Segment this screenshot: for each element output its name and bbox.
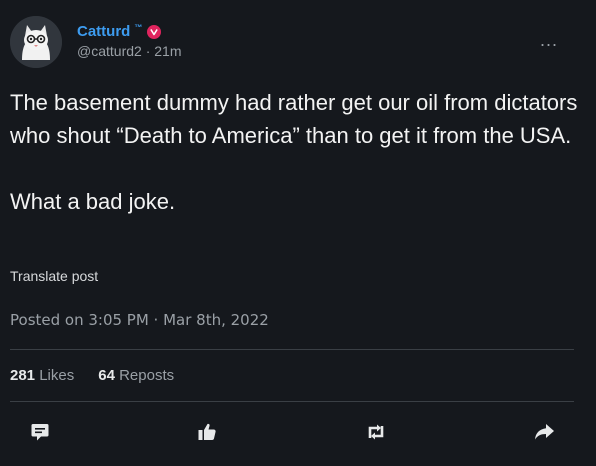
reposts-count: 64	[98, 367, 115, 384]
post-time-ago[interactable]: 21m	[154, 43, 181, 59]
translate-post-link[interactable]: Translate post	[10, 268, 98, 284]
avatar[interactable]	[10, 16, 62, 68]
share-icon	[535, 424, 554, 440]
handle-separator: ·	[145, 43, 151, 59]
reposts-label: Reposts	[119, 367, 175, 384]
verified-badge-icon	[147, 24, 162, 39]
author-handle[interactable]: @catturd2	[77, 43, 142, 59]
post-paragraph: The basement dummy had rather get our oi…	[10, 90, 578, 148]
repost-icon	[368, 424, 384, 440]
author-name-row: Catturd ™	[77, 23, 162, 40]
post-paragraph: What a bad joke.	[10, 189, 176, 214]
share-button[interactable]	[532, 420, 556, 444]
likes-count: 281	[10, 367, 36, 384]
post-stats: 281 Likes 64 Reposts	[10, 367, 174, 384]
divider	[10, 401, 574, 402]
posted-timestamp: Posted on 3:05 PM · Mar 8th, 2022	[10, 311, 269, 329]
comment-button[interactable]	[28, 420, 52, 444]
repost-button[interactable]	[364, 420, 388, 444]
like-icon	[198, 423, 216, 441]
post-body: The basement dummy had rather get our oi…	[10, 86, 580, 218]
more-options-button[interactable]: ...	[540, 30, 558, 51]
likes-label: Likes	[39, 367, 75, 384]
divider	[10, 349, 574, 350]
comment-icon	[31, 424, 49, 441]
avatar-cat-image	[10, 16, 62, 68]
trademark-mark: ™	[134, 23, 143, 32]
post-card: Catturd ™ @catturd2 · 21m ... The baseme…	[0, 0, 596, 466]
post-actions-bar	[0, 420, 596, 446]
like-button[interactable]	[195, 420, 219, 444]
author-handle-row: @catturd2 · 21m	[77, 43, 182, 59]
likes-stat[interactable]: 281 Likes	[10, 367, 74, 384]
author-display-name[interactable]: Catturd	[77, 23, 130, 40]
reposts-stat[interactable]: 64 Reposts	[98, 367, 174, 384]
